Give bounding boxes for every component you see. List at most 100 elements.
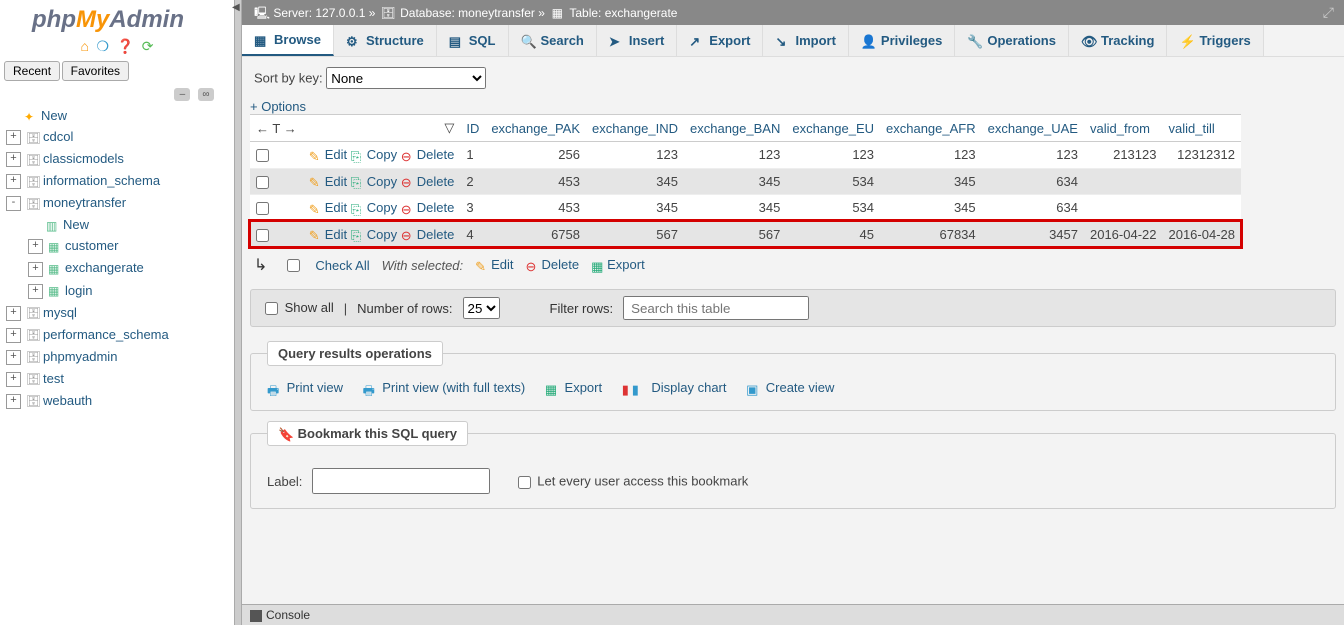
options-toggle[interactable]: + Options [250, 99, 306, 114]
row-edit[interactable]: ✎Edit [309, 147, 347, 162]
tree-expand-icon[interactable]: + [6, 152, 21, 167]
tree-expand-icon[interactable]: + [6, 350, 21, 365]
withsel-delete[interactable]: ⊖Delete [526, 257, 580, 273]
tab-search[interactable]: 🔍Search [509, 25, 597, 56]
tab-privileges[interactable]: 👤Privileges [849, 25, 955, 56]
tree-expand-icon[interactable]: + [6, 372, 21, 387]
column-header[interactable]: ID [460, 115, 485, 142]
home-icon[interactable]: ⌂ [80, 38, 88, 54]
tree-expand-icon[interactable]: + [28, 262, 43, 277]
row-checkbox[interactable] [256, 176, 269, 189]
row-delete[interactable]: ⊖Delete [401, 147, 455, 162]
sidebar: phpMyAdmin ⌂ ❍ ❓ ⟳ Recent Favorites – ∞ … [0, 0, 234, 625]
cell [1084, 168, 1163, 195]
row-copy[interactable]: ⎘Copy [351, 174, 397, 189]
row-delete[interactable]: ⊖Delete [401, 174, 455, 189]
tree-node[interactable]: customer [65, 238, 118, 253]
row-checkbox[interactable] [256, 202, 269, 215]
reload-icon[interactable]: ⟳ [142, 38, 154, 54]
column-header[interactable]: valid_from [1084, 115, 1163, 142]
tree-node[interactable]: moneytransfer [43, 195, 126, 210]
tab-export[interactable]: ↗Export [677, 25, 763, 56]
tree-expand-icon[interactable]: + [6, 394, 21, 409]
tree-node[interactable]: webauth [43, 393, 92, 408]
tab-tracking[interactable]: 👁Tracking [1069, 25, 1167, 56]
row-edit[interactable]: ✎Edit [309, 227, 347, 242]
arrow-left-icon[interactable]: ← [256, 121, 269, 136]
tree-node[interactable]: mysql [43, 305, 77, 320]
breadcrumb-table[interactable]: exchangerate [605, 6, 678, 20]
tree-node[interactable]: New [63, 217, 89, 232]
tree-expand-icon[interactable]: + [28, 284, 43, 299]
logout-icon[interactable]: ❍ [97, 38, 110, 54]
cell: 567 [586, 221, 684, 247]
tree-node[interactable]: New [41, 108, 67, 123]
create-view[interactable]: ▣ Create view [746, 380, 834, 395]
print-view[interactable]: 🖶 Print view [267, 380, 343, 395]
tree-expand-icon[interactable]: + [6, 306, 21, 321]
tab-import[interactable]: ↘Import [763, 25, 848, 56]
console-bar[interactable]: Console [242, 604, 1344, 625]
tree-node[interactable]: phpmyadmin [43, 349, 117, 364]
withsel-export[interactable]: ▦Export [591, 257, 645, 273]
breadcrumb-database[interactable]: moneytransfer [458, 6, 535, 20]
tree-expand-icon[interactable]: + [6, 174, 21, 189]
check-all-link[interactable]: Check All [315, 258, 369, 273]
print-view-full[interactable]: 🖶 Print view (with full texts) [363, 380, 526, 395]
tab-operations[interactable]: 🔧Operations [955, 25, 1069, 56]
column-header[interactable]: valid_till [1162, 115, 1241, 142]
row-copy[interactable]: ⎘Copy [351, 200, 397, 215]
sort-key-select[interactable]: None [326, 67, 486, 89]
tree-node[interactable]: classicmodels [43, 151, 124, 166]
recent-tab[interactable]: Recent [4, 61, 60, 81]
tab-insert[interactable]: ➤Insert [597, 25, 677, 56]
column-header[interactable]: exchange_UAE [982, 115, 1084, 142]
tree-node[interactable]: performance_schema [43, 327, 169, 342]
qro-export[interactable]: ▦ Export [545, 380, 602, 395]
row-edit[interactable]: ✎Edit [309, 200, 347, 215]
tree-expand-icon[interactable]: - [6, 196, 21, 211]
tree-node[interactable]: test [43, 371, 64, 386]
row-checkbox[interactable] [256, 149, 269, 162]
tree-node[interactable]: login [65, 283, 92, 298]
show-all-checkbox[interactable] [265, 302, 278, 315]
filter-rows-input[interactable] [623, 296, 809, 320]
column-header[interactable]: exchange_PAK [485, 115, 586, 142]
tree-expand-icon[interactable]: + [6, 130, 21, 145]
column-header[interactable]: exchange_AFR [880, 115, 982, 142]
row-delete[interactable]: ⊖Delete [401, 227, 455, 242]
check-all-checkbox[interactable] [287, 259, 300, 272]
column-header[interactable]: exchange_IND [586, 115, 684, 142]
tree-node[interactable]: cdcol [43, 129, 73, 144]
row-checkbox[interactable] [256, 229, 269, 242]
column-header[interactable]: exchange_EU [786, 115, 880, 142]
favorites-tab[interactable]: Favorites [62, 61, 129, 81]
bookmark-share-checkbox[interactable] [518, 476, 531, 489]
tab-sql[interactable]: ▤SQL [437, 25, 509, 56]
tree-node[interactable]: information_schema [43, 173, 160, 188]
tab-triggers[interactable]: ⚡Triggers [1167, 25, 1263, 56]
row-copy[interactable]: ⎘Copy [351, 147, 397, 162]
column-header[interactable]: exchange_BAN [684, 115, 786, 142]
row-delete[interactable]: ⊖Delete [401, 200, 455, 215]
tree-expand-icon[interactable]: + [28, 239, 43, 254]
link-icon[interactable]: ∞ [198, 88, 214, 101]
tab-structure[interactable]: ⚙Structure [334, 25, 437, 56]
bookmark-label-input[interactable] [312, 468, 490, 494]
display-chart[interactable]: ▮▮ Display chart [622, 380, 727, 395]
sidebar-quicklinks: ⌂ ❍ ❓ ⟳ [0, 34, 234, 59]
withsel-edit[interactable]: ✎Edit [475, 257, 513, 273]
row-edit[interactable]: ✎Edit [309, 174, 347, 189]
pageinfo-icon[interactable]: ⤢ [1323, 4, 1334, 21]
fulltext-toggle-icon[interactable]: T [272, 121, 280, 136]
docs-icon[interactable]: ❓ [117, 38, 134, 54]
arrow-right-icon[interactable]: → [284, 121, 297, 136]
numrows-select[interactable]: 25 [463, 297, 500, 319]
split-handle[interactable]: ◀ [234, 0, 242, 625]
breadcrumb-server[interactable]: 127.0.0.1 [315, 6, 365, 20]
tree-expand-icon[interactable]: + [6, 328, 21, 343]
tree-node[interactable]: exchangerate [65, 260, 144, 275]
row-copy[interactable]: ⎘Copy [351, 227, 397, 242]
tab-browse[interactable]: ▦Browse [242, 25, 334, 56]
collapse-tree-icon[interactable]: – [174, 88, 190, 101]
